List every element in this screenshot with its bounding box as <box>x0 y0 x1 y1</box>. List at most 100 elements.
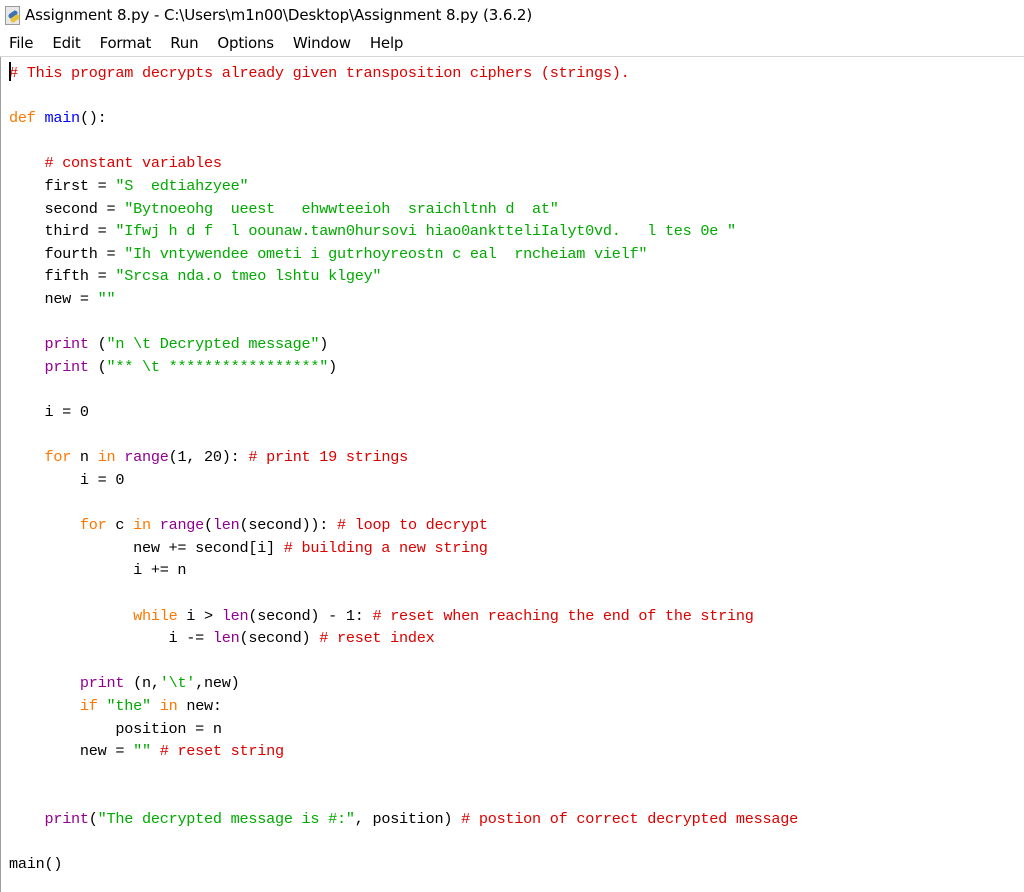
code-line[interactable]: position = n <box>9 718 798 741</box>
code-line[interactable]: while i > len(second) - 1: # reset when … <box>9 605 798 628</box>
code-line[interactable] <box>9 763 798 786</box>
code-line[interactable] <box>9 582 798 605</box>
code-line[interactable]: def main(): <box>9 107 798 130</box>
string-token: "S edtiahzyee" <box>115 177 249 196</box>
code-line[interactable] <box>9 650 798 673</box>
code-line[interactable]: new = "" # reset string <box>9 740 798 763</box>
comment-token: # building a new string <box>283 538 488 557</box>
code-token: third = <box>9 222 116 241</box>
menu-help[interactable]: Help <box>361 34 411 52</box>
string-token: "the" <box>106 697 152 716</box>
builtin-token: print <box>44 810 89 829</box>
code-line[interactable]: i = 0 <box>9 469 798 492</box>
code-line[interactable]: print ("** \t *****************") <box>9 356 798 379</box>
code-token: fourth = <box>9 244 125 263</box>
code-token: new: <box>177 697 222 716</box>
code-line[interactable] <box>9 786 798 809</box>
code-line[interactable]: fifth = "Srcsa nda.o tmeo lshtu klgey" <box>9 265 798 288</box>
code-line[interactable]: first = "S edtiahzyee" <box>9 175 798 198</box>
code-line[interactable]: new += second[i] # building a new string <box>9 537 798 560</box>
code-line[interactable] <box>9 85 798 108</box>
code-line[interactable] <box>9 130 798 153</box>
comment-token: # reset when reaching the end of the str… <box>372 606 754 625</box>
comment-token: # postion of correct decrypted message <box>461 810 798 829</box>
keyword-token: for <box>44 448 72 467</box>
builtin-token: print <box>44 357 89 376</box>
menu-window[interactable]: Window <box>284 34 359 52</box>
code-token: ( <box>88 357 107 376</box>
code-line[interactable]: for c in range(len(second)): # loop to d… <box>9 514 798 537</box>
code-token: (n, <box>124 674 160 693</box>
code-line[interactable]: print (n,'\t',new) <box>9 672 798 695</box>
code-token: ,new) <box>195 674 240 693</box>
code-token: (1, 20): <box>168 448 249 467</box>
code-line[interactable]: i -= len(second) # reset index <box>9 627 798 650</box>
code-token: fifth = <box>9 267 116 286</box>
menu-run[interactable]: Run <box>161 34 206 52</box>
menu-format[interactable]: Format <box>91 34 160 52</box>
string-token: "" <box>133 742 151 761</box>
code-token: i -= <box>9 629 213 648</box>
code-line[interactable]: if "the" in new: <box>9 695 798 718</box>
code-line[interactable]: for n in range(1, 20): # print 19 string… <box>9 446 798 469</box>
builtin-token: len <box>221 606 249 625</box>
code-token: main() <box>9 855 63 874</box>
keyword-token: def <box>9 109 36 128</box>
code-token: new = <box>9 290 98 309</box>
builtin-token: print <box>79 674 125 693</box>
string-token: "Ifwj h d f l oounaw.tawn0hursovi hiao0a… <box>115 222 736 241</box>
code-editor[interactable]: # This program decrypts already given tr… <box>0 57 1024 892</box>
builtin-token: range <box>124 448 169 467</box>
builtin-token: len <box>212 516 240 535</box>
code-line[interactable]: main() <box>9 853 798 876</box>
code-token: ( <box>204 516 213 535</box>
keyword-token: if <box>79 697 98 716</box>
code-line[interactable] <box>9 831 798 854</box>
code-token: (second) - 1: <box>248 606 373 625</box>
code-line[interactable]: i += n <box>9 559 798 582</box>
code-line[interactable]: # constant variables <box>9 152 798 175</box>
code-token: , position) <box>354 810 462 829</box>
code-line[interactable]: third = "Ifwj h d f l oounaw.tawn0hursov… <box>9 220 798 243</box>
menu-edit[interactable]: Edit <box>43 34 88 52</box>
code-line[interactable]: second = "Bytnoeohg ueest ehwwteeioh sra… <box>9 198 798 221</box>
menu-options[interactable]: Options <box>208 34 281 52</box>
code-token: i > <box>177 606 222 625</box>
string-token: "" <box>97 290 116 309</box>
keyword-token: while <box>133 606 178 625</box>
code-token: n <box>71 448 98 467</box>
code-token: position = n <box>9 719 222 738</box>
code-token: second = <box>9 199 125 218</box>
comment-token: # constant variables <box>44 154 222 173</box>
code-token: ) <box>328 357 338 376</box>
string-token: "The decrypted message is #:" <box>97 810 355 829</box>
code-line[interactable]: new = "" <box>9 288 798 311</box>
code-line[interactable]: print ("n \t Decrypted message") <box>9 333 798 356</box>
code-line[interactable]: # This program decrypts already given tr… <box>9 62 798 85</box>
code-line[interactable] <box>9 379 798 402</box>
menu-file[interactable]: File <box>0 34 41 52</box>
code-line[interactable]: i = 0 <box>9 401 798 424</box>
code-line[interactable] <box>9 492 798 515</box>
code-token: new = <box>9 742 134 761</box>
string-token: "Srcsa nda.o tmeo lshtu klgey" <box>115 267 382 286</box>
code-token: (second)): <box>239 516 338 535</box>
code-line[interactable] <box>9 424 798 447</box>
code-line[interactable]: print("The decrypted message is #:", pos… <box>9 808 798 831</box>
window-title: Assignment 8.py - C:\Users\m1n00\Desktop… <box>25 6 533 24</box>
code-token: ) <box>319 335 329 354</box>
code-line[interactable]: fourth = "Ih vntywendee ometi i gutrhoyr… <box>9 243 798 266</box>
code-text-area[interactable]: # This program decrypts already given tr… <box>9 62 798 876</box>
code-line[interactable] <box>9 311 798 334</box>
keyword-token: in <box>133 516 151 535</box>
